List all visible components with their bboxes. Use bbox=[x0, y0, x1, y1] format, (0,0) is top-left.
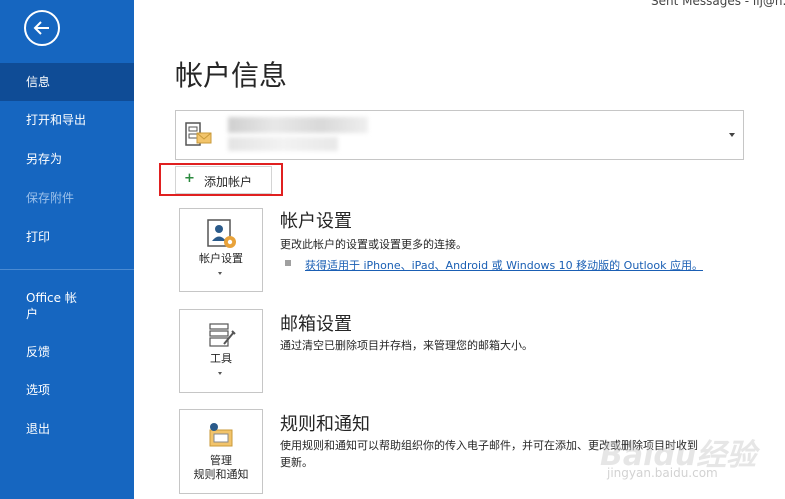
tools-icon bbox=[209, 323, 236, 347]
section-desc-mailbox-settings: 通过清空已删除项目并存档，来管理您的邮箱大小。 bbox=[280, 339, 533, 352]
tools-button[interactable]: 工具 bbox=[179, 309, 263, 393]
page-title: 帐户信息 bbox=[175, 59, 288, 92]
chevron-down-icon bbox=[218, 372, 222, 375]
outlook-app-link[interactable]: 获得适用于 iPhone、iPad、Android 或 Windows 10 移… bbox=[305, 257, 703, 273]
arrow-left-icon bbox=[33, 21, 49, 35]
account-settings-icon bbox=[207, 219, 236, 248]
sidebar-item-options[interactable]: 选项 bbox=[0, 382, 134, 398]
chevron-down-icon bbox=[729, 133, 735, 137]
sidebar-item-print[interactable]: 打印 bbox=[0, 229, 134, 245]
bullet-icon bbox=[285, 260, 291, 266]
rules-alerts-icon bbox=[209, 423, 233, 447]
sidebar-item-feedback[interactable]: 反馈 bbox=[0, 344, 134, 360]
account-settings-button[interactable]: 帐户设置 bbox=[179, 208, 263, 292]
sidebar-item-office-account[interactable]: Office 帐 户 bbox=[0, 290, 134, 322]
account-icon bbox=[185, 122, 212, 146]
section-title-account-settings: 帐户设置 bbox=[280, 211, 352, 232]
sidebar-divider bbox=[0, 269, 134, 270]
highlight-box bbox=[159, 163, 283, 196]
section-desc-rules-alerts-2: 更新。 bbox=[280, 456, 313, 469]
sidebar-item-save-as[interactable]: 另存为 bbox=[0, 151, 134, 167]
manage-rules-button[interactable]: 管理 规则和通知 bbox=[179, 409, 263, 494]
sidebar-item-info[interactable]: 信息 bbox=[0, 63, 134, 101]
section-title-rules-alerts: 规则和通知 bbox=[280, 414, 370, 435]
sidebar-item-exit[interactable]: 退出 bbox=[0, 421, 134, 437]
chevron-down-icon bbox=[218, 272, 222, 275]
account-email-redacted bbox=[228, 137, 338, 151]
window-title: Sent Messages - lij@h... bbox=[651, 0, 785, 8]
account-name-redacted bbox=[228, 117, 368, 133]
section-title-mailbox-settings: 邮箱设置 bbox=[280, 314, 352, 335]
sidebar-item-save-attachments: 保存附件 bbox=[26, 191, 75, 205]
sidebar-item-open-export[interactable]: 打开和导出 bbox=[0, 112, 134, 128]
sidebar: 信息 打开和导出 另存为 保存附件 打印 Office 帐 户 反馈 选项 退出 bbox=[0, 0, 134, 499]
back-button[interactable] bbox=[24, 10, 60, 46]
watermark-url: jingyan.baidu.com bbox=[607, 466, 718, 480]
account-selector[interactable] bbox=[175, 110, 744, 160]
section-desc-account-settings: 更改此帐户的设置或设置更多的连接。 bbox=[280, 238, 467, 251]
